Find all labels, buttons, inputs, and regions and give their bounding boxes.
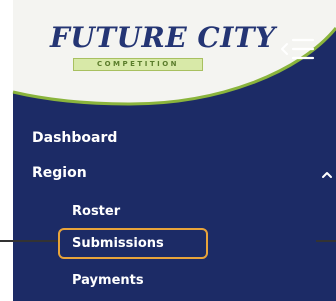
guide-line-left xyxy=(0,240,58,242)
chevron-up-icon[interactable] xyxy=(319,167,335,183)
guide-line-right xyxy=(316,240,336,242)
nav-payments[interactable]: Payments xyxy=(72,273,144,288)
logo-subtitle: COMPETITION xyxy=(73,58,203,71)
nav-roster[interactable]: Roster xyxy=(72,204,120,219)
nav-submissions[interactable]: Submissions xyxy=(72,236,164,251)
logo-title: FUTURE CITY xyxy=(50,21,276,54)
sidebar: FUTURE CITY COMPETITION Dashboard Region… xyxy=(0,0,336,301)
nav-region[interactable]: Region xyxy=(32,165,87,181)
collapse-menu-icon[interactable] xyxy=(279,34,325,64)
nav-dashboard[interactable]: Dashboard xyxy=(32,130,117,146)
